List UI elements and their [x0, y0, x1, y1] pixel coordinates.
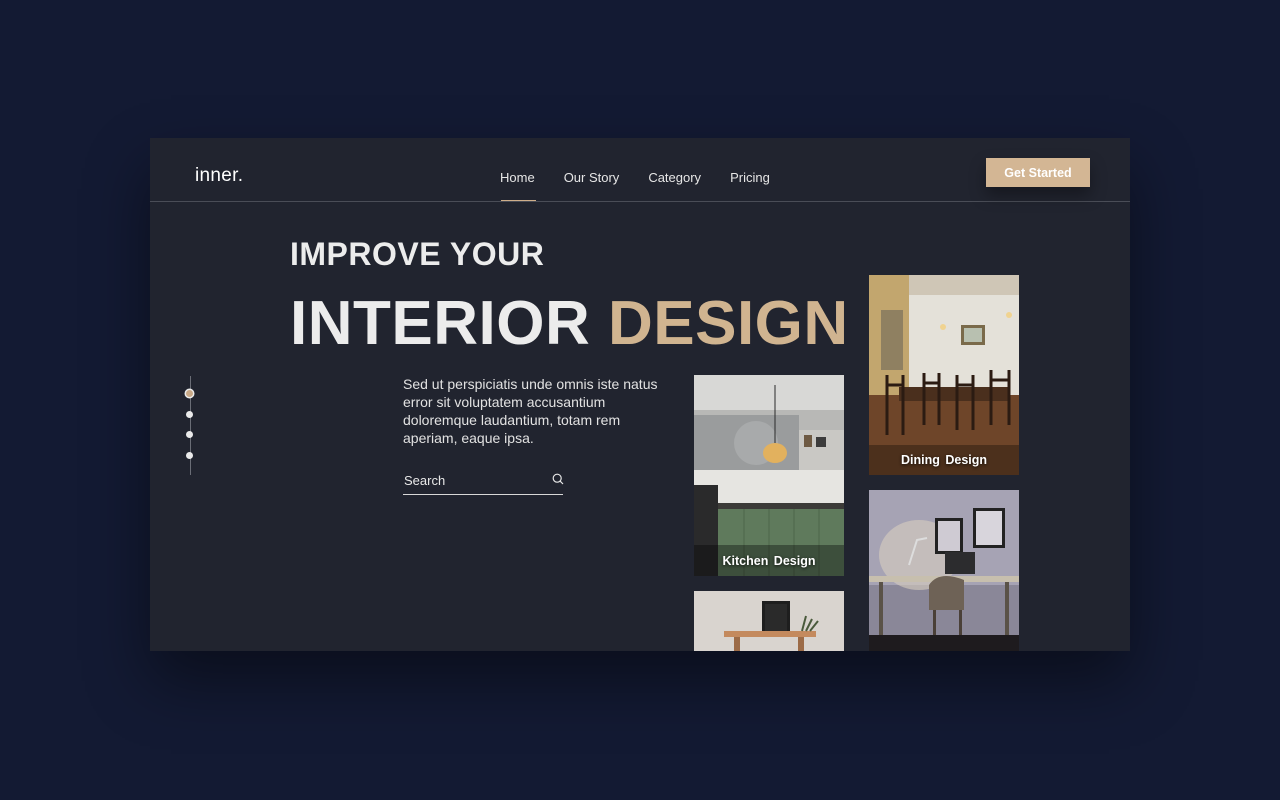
hero-headline-accent: DESIGN — [607, 289, 849, 358]
gallery-label-kitchen: Kitchen Design — [722, 554, 816, 568]
hero-headline-main: INTERIOR — [290, 289, 591, 358]
slider-dot-4[interactable] — [186, 452, 193, 459]
slider-dot-1[interactable] — [186, 390, 193, 397]
nav-item-category[interactable]: Category — [648, 170, 701, 185]
hero-headline-line2: INTERIOR DESIGN — [290, 288, 849, 360]
hero-headline-line1: IMPROVE YOUR — [290, 236, 545, 272]
slider-dot-2[interactable] — [186, 411, 193, 418]
search-input[interactable] — [404, 471, 544, 489]
search-icon[interactable] — [552, 473, 564, 485]
workspace-photo — [869, 490, 1019, 651]
navbar: inner. Home Our Story Category Pricing G… — [150, 138, 1130, 202]
hero-description: Sed ut perspiciatis unde omnis iste natu… — [403, 376, 658, 446]
kitchen-photo — [694, 375, 844, 576]
landing-card: inner. Home Our Story Category Pricing G… — [150, 138, 1130, 651]
dining-photo — [869, 275, 1019, 475]
search-field — [403, 468, 564, 495]
nav-item-home[interactable]: Home — [500, 170, 536, 201]
gallery-card-kitchen[interactable]: Kitchen Design — [694, 375, 844, 576]
gallery-card-dining[interactable]: Dining Design — [869, 275, 1019, 475]
shelf-photo — [694, 591, 844, 651]
logo[interactable]: inner. — [195, 165, 243, 187]
nav-item-pricing[interactable]: Pricing — [730, 170, 770, 185]
get-started-button[interactable]: Get Started — [986, 158, 1090, 187]
gallery-card-workspace[interactable] — [869, 490, 1019, 651]
gallery-card-shelf[interactable] — [694, 591, 844, 651]
nav-menu: Home Our Story Category Pricing — [500, 170, 799, 201]
nav-item-our-story[interactable]: Our Story — [564, 170, 620, 185]
slider-dot-3[interactable] — [186, 431, 193, 438]
gallery-label-dining: Dining Design — [900, 453, 988, 467]
